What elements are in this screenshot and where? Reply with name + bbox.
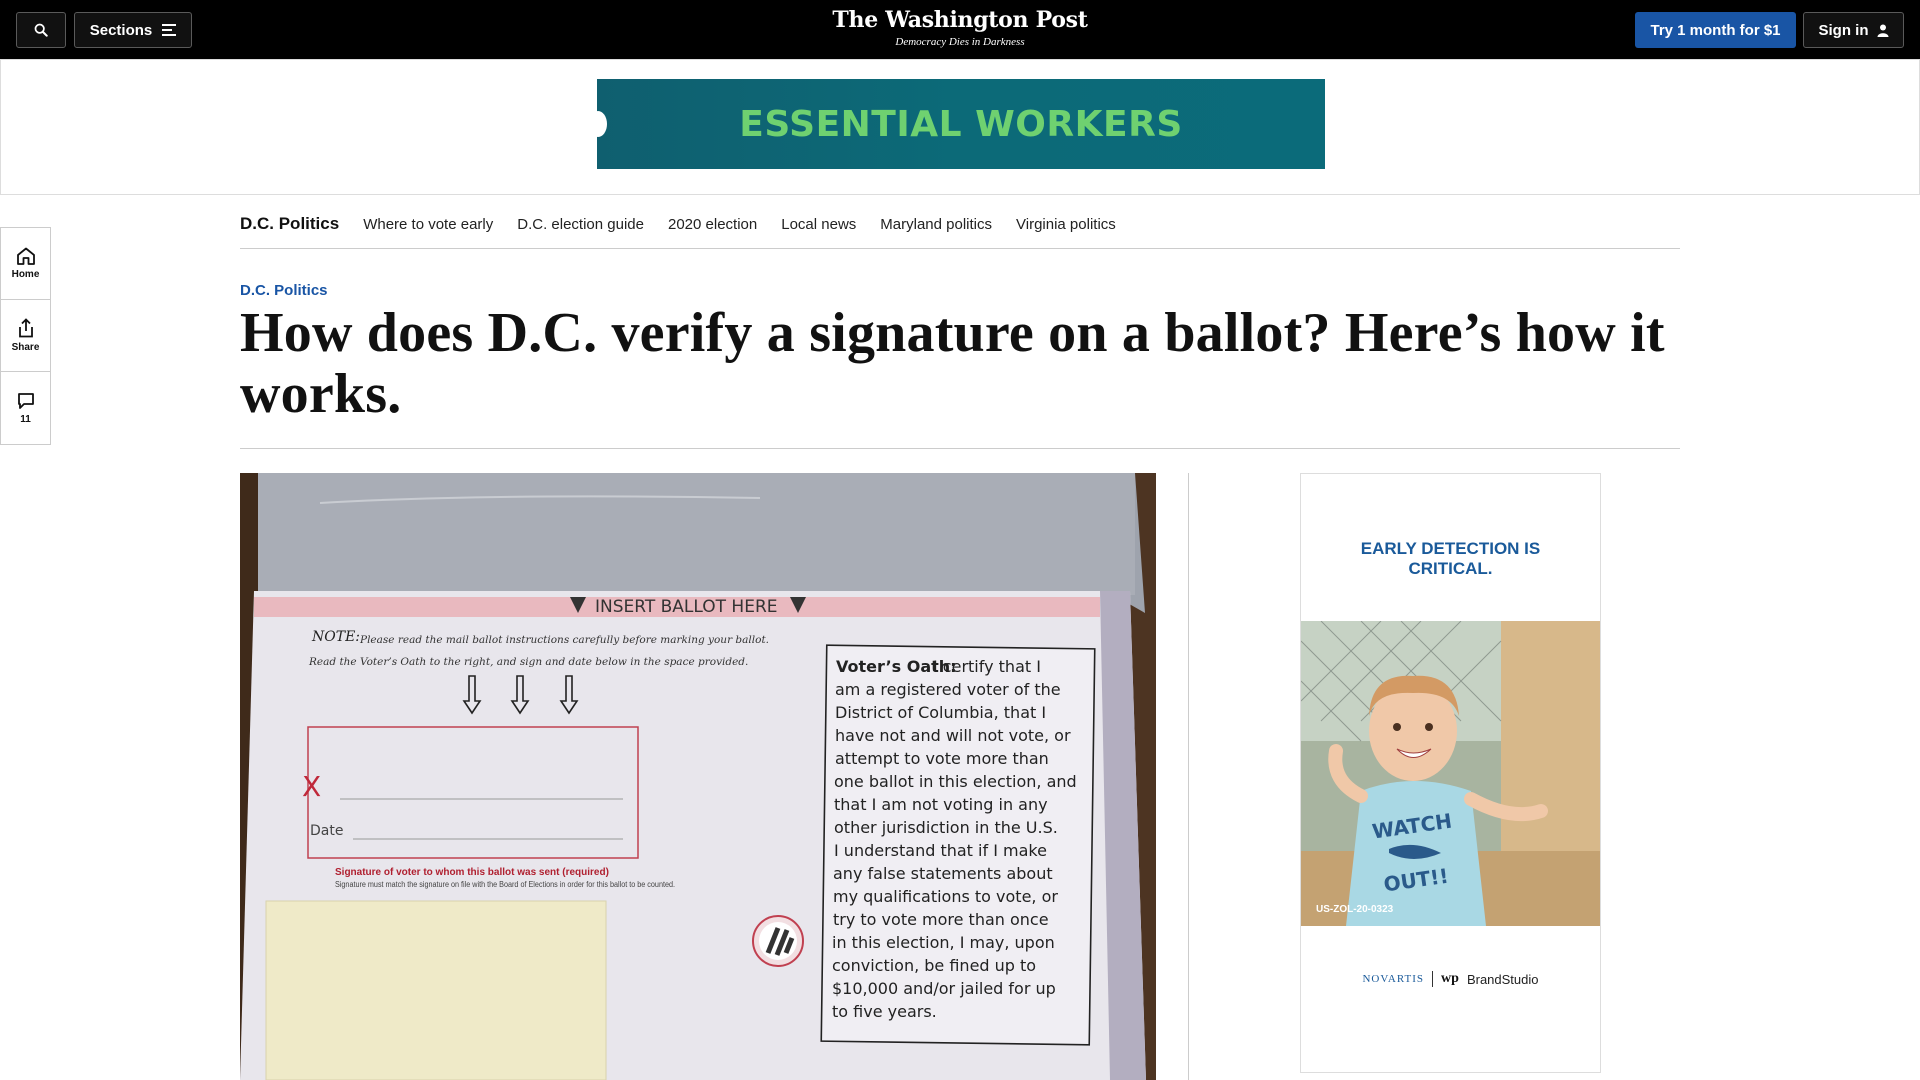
oath-line: other jurisdiction in the U.S. xyxy=(834,818,1058,837)
side-ad-photo-child: WATCH OUT!! xyxy=(1301,621,1600,926)
subnav-link-dc-election-guide[interactable]: D.C. election guide xyxy=(517,216,644,233)
oath-line: I understand that if I make xyxy=(834,841,1047,860)
left-action-rail: Home Share 11 xyxy=(0,227,51,445)
brandstudio-label: BrandStudio xyxy=(1466,971,1539,987)
column-divider xyxy=(1188,473,1189,1080)
side-ad-headline: EARLY DETECTION IS CRITICAL. xyxy=(1301,539,1600,579)
home-button[interactable]: Home xyxy=(1,228,50,300)
sidebar-ad[interactable]: EARLY DETECTION IS CRITICAL. WATCH OUT!! xyxy=(1300,473,1601,1073)
headline-divider xyxy=(240,448,1680,449)
subscribe-button[interactable]: Try 1 month for $1 xyxy=(1635,12,1796,48)
signature-required-text: Signature of voter to whom this ballot w… xyxy=(335,867,609,878)
comments-count: 11 xyxy=(20,413,31,425)
sections-label: Sections xyxy=(89,21,153,39)
subnav-link-local-news[interactable]: Local news xyxy=(781,216,856,233)
oath-line: one ballot in this election, and xyxy=(834,772,1077,791)
subnav-link-where-to-vote-early[interactable]: Where to vote early xyxy=(363,216,493,233)
side-ad-brands: NOVARTIS wp BrandStudio xyxy=(1301,971,1600,987)
brand-separator xyxy=(1432,971,1434,987)
date-label: Date xyxy=(310,823,343,839)
side-ad-headline-line: CRITICAL. xyxy=(1408,559,1493,578)
share-icon xyxy=(18,318,33,338)
signature-note-text: Signature must match the signature on fi… xyxy=(335,880,675,889)
top-ad-container: ESSENTIAL WORKERS xyxy=(0,59,1920,195)
oath-line: $10,000 and/or jailed for up xyxy=(832,979,1056,998)
sign-in-button[interactable]: Sign in xyxy=(1803,12,1904,48)
comment-icon xyxy=(17,392,34,409)
masthead[interactable]: The Washington Post Democracy Dies in Da… xyxy=(760,5,1160,49)
share-button[interactable]: Share xyxy=(1,300,50,372)
insert-ballot-text: INSERT BALLOT HERE xyxy=(595,597,778,617)
signature-x-mark: X xyxy=(302,770,321,803)
subnav-link-virginia-politics[interactable]: Virginia politics xyxy=(1016,216,1116,233)
lead-image-ballot-envelope: INSERT BALLOT HERE NOTE: Please read the… xyxy=(240,473,1156,1080)
side-ad-code: US-ZOL-20-0323 xyxy=(1316,904,1394,915)
hamburger-icon xyxy=(162,24,177,36)
note-line-2: Read the Voter’s Oath to the right, and … xyxy=(308,656,748,668)
home-label: Home xyxy=(11,269,40,280)
sections-menu-button[interactable]: Sections xyxy=(74,12,192,48)
oath-line: try to vote more than once xyxy=(833,910,1049,929)
section-subnav: D.C. Politics Where to vote early D.C. e… xyxy=(240,200,1680,249)
note-label: NOTE: xyxy=(311,629,360,645)
wp-logo-mark: wp xyxy=(1441,971,1459,986)
note-line-1: Please read the mail ballot instructions… xyxy=(359,634,769,646)
article-headline: How does D.C. verify a signature on a ba… xyxy=(240,302,1665,425)
oath-line: any false statements about xyxy=(833,864,1053,883)
oath-line: am a registered voter of the xyxy=(835,680,1061,699)
site-logo[interactable]: The Washington Post xyxy=(760,5,1160,35)
oath-line: to five years. xyxy=(832,1002,937,1021)
oath-line: have not and will not vote, or xyxy=(835,726,1071,745)
subnav-link-2020-election[interactable]: 2020 election xyxy=(668,216,757,233)
novartis-logo: NOVARTIS xyxy=(1362,973,1425,985)
oath-line: conviction, be fined up to xyxy=(832,956,1036,975)
home-icon xyxy=(16,247,35,265)
oath-line: in this election, I may, upon xyxy=(832,933,1055,952)
side-ad-headline-line: EARLY DETECTION IS xyxy=(1360,539,1541,558)
top-ad-text: ESSENTIAL WORKERS xyxy=(739,103,1183,145)
ad-decoration xyxy=(589,111,607,137)
top-navigation-bar: Sections The Washington Post Democracy D… xyxy=(0,0,1920,59)
subnav-title[interactable]: D.C. Politics xyxy=(240,214,339,234)
oath-line: I certify that I xyxy=(933,657,1041,676)
top-ad-banner[interactable]: ESSENTIAL WORKERS xyxy=(589,79,1325,169)
oath-line: District of Columbia, that I xyxy=(835,703,1046,722)
sign-in-label: Sign in xyxy=(1818,21,1869,39)
site-tagline: Democracy Dies in Darkness xyxy=(895,36,1025,48)
article-kicker[interactable]: D.C. Politics xyxy=(240,282,328,299)
search-icon xyxy=(34,23,48,37)
oath-line: my qualifications to vote, or xyxy=(833,887,1058,906)
oath-line: that I am not voting in any xyxy=(834,795,1048,814)
subnav-link-maryland-politics[interactable]: Maryland politics xyxy=(880,216,992,233)
oath-line: attempt to vote more than xyxy=(835,749,1049,768)
search-button[interactable] xyxy=(16,12,66,48)
user-icon xyxy=(1877,24,1888,37)
share-label: Share xyxy=(11,342,40,353)
comments-button[interactable]: 11 xyxy=(1,372,50,444)
